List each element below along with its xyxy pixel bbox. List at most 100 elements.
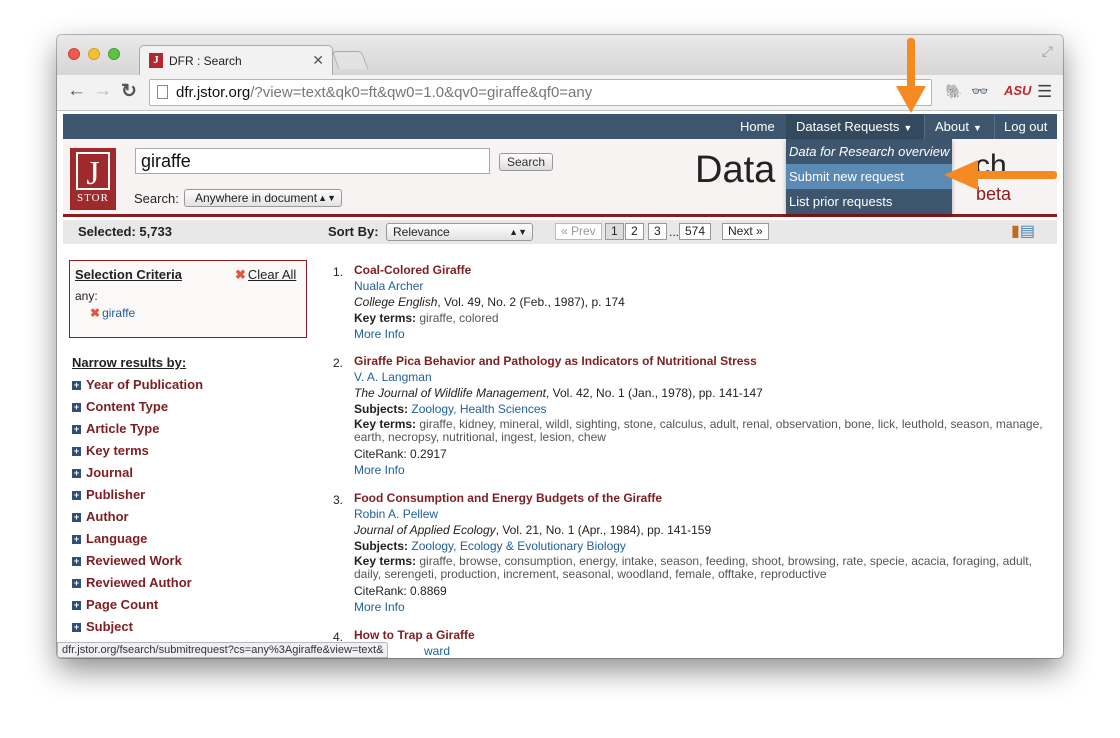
page-2-button[interactable]: 2 (625, 223, 644, 240)
criteria-term[interactable]: ✖ giraffe (90, 306, 135, 320)
search-scope-label: Search: (134, 191, 179, 206)
nav-home-link[interactable]: Home (740, 114, 775, 139)
browser-toolbar: ← → ↻ dfr.jstor.org/?view=text&qk0=ft&qw… (57, 75, 1063, 111)
expand-plus-icon: + (72, 380, 81, 390)
search-button[interactable]: Search (499, 153, 554, 171)
facet-reviewed-work[interactable]: + Reviewed Work (72, 553, 182, 568)
keyterms-value: giraffe, colored (419, 311, 499, 325)
menu-item-submit-new-request[interactable]: Submit new request (786, 164, 952, 189)
result-author-link[interactable]: ward (354, 643, 1044, 658)
facet-language[interactable]: + Language (72, 531, 147, 546)
result-citerank: CiteRank: 0.8869 (354, 584, 447, 598)
facet-journal[interactable]: + Journal (72, 465, 133, 480)
browser-window: J DFR : Search ✕ ⤢ ← → ↻ dfr.jstor.org/?… (57, 35, 1063, 658)
new-tab-button[interactable] (331, 51, 369, 69)
subjects-label: Subjects: (354, 539, 409, 553)
facet-page-count[interactable]: + Page Count (72, 597, 158, 612)
result-body: Giraffe Pica Behavior and Pathology as I… (354, 353, 1044, 478)
sort-select[interactable]: Relevance ▲▼ (386, 223, 533, 241)
fullscreen-icon[interactable]: ⤢ (1042, 43, 1053, 60)
address-bar[interactable]: dfr.jstor.org/?view=text&qk0=ft&qw0=1.0&… (149, 79, 932, 106)
reload-icon[interactable]: ↻ (121, 80, 137, 103)
nav-about[interactable]: About ▼ (924, 114, 994, 139)
zoom-window-button[interactable] (108, 48, 120, 60)
remove-x-icon[interactable]: ✖ (90, 306, 100, 320)
menu-item-list-prior-requests[interactable]: List prior requests (786, 189, 952, 214)
result-author-link[interactable]: V. A. Langman (354, 369, 1044, 385)
result-title-link[interactable]: Coal-Colored Giraffe (354, 262, 1044, 278)
search-input[interactable]: giraffe (135, 148, 490, 174)
disguise-extension-icon[interactable]: 👓 (971, 83, 988, 100)
more-info-link[interactable]: More Info (354, 599, 1044, 615)
narrow-results-title: Narrow results by: (72, 355, 187, 370)
keyterms-label: Key terms: (354, 554, 417, 568)
results-toolbar: Selected: 5,733 Sort By: Relevance ▲▼ « P… (63, 220, 1057, 244)
jstor-logo[interactable]: J STOR (70, 148, 116, 210)
facet-label: Page Count (86, 597, 159, 612)
pagination-ellipsis: ... (669, 225, 680, 239)
more-info-link[interactable]: More Info (354, 462, 1044, 478)
result-citation-detail: , Vol. 42, No. 1 (Jan., 1978), pp. 141-1… (546, 386, 763, 400)
link-status-bar: dfr.jstor.org/fsearch/submitrequest?cs=a… (57, 642, 389, 658)
subjects-links[interactable]: Zoology, Ecology & Evolutionary Biology (411, 539, 626, 553)
selection-criteria-title: Selection Criteria (75, 267, 182, 282)
page-1-button[interactable]: 1 (605, 223, 624, 240)
facet-subject[interactable]: + Subject (72, 619, 133, 634)
expand-plus-icon: + (72, 534, 81, 544)
subjects-links[interactable]: Zoology, Health Sciences (411, 402, 546, 416)
clear-all-link[interactable]: ✖ Clear All (235, 267, 296, 283)
expand-plus-icon: + (72, 424, 81, 434)
expand-plus-icon: + (72, 446, 81, 456)
selection-criteria-box: Selection Criteria ✖ Clear All any: ✖ gira… (69, 260, 307, 338)
result-title-link[interactable]: Food Consumption and Energy Budgets of t… (354, 490, 1044, 506)
logo-letter: J (76, 152, 110, 192)
evernote-extension-icon[interactable]: 🐘 (945, 83, 962, 100)
result-author-link[interactable]: Nuala Archer (354, 278, 1044, 294)
facet-label: Content Type (86, 399, 169, 414)
browser-tab[interactable]: J DFR : Search ✕ (139, 45, 333, 75)
back-arrow-icon[interactable]: ← (67, 80, 86, 102)
facet-publisher[interactable]: + Publisher (72, 487, 145, 502)
nav-dataset-requests-label: Dataset Requests (796, 119, 900, 134)
nav-dataset-requests[interactable]: Dataset Requests ▼ (786, 114, 924, 139)
tab-close-icon[interactable]: ✕ (312, 52, 324, 69)
facet-author[interactable]: + Author (72, 509, 129, 524)
top-navigation: Home Dataset Requests ▼ About ▼ Log out (63, 114, 1057, 139)
remove-x-icon: ✖ (235, 267, 246, 282)
menu-item-dfr-overview[interactable]: Data for Research overview (786, 139, 952, 164)
close-window-button[interactable] (68, 48, 80, 60)
facet-key-terms[interactable]: + Key terms (72, 443, 149, 458)
forward-arrow-icon[interactable]: → (93, 80, 112, 102)
logo-text: STOR (77, 192, 109, 204)
page-3-button[interactable]: 3 (648, 223, 667, 240)
more-info-link[interactable]: More Info (354, 326, 1044, 342)
next-page-button[interactable]: Next » (722, 223, 769, 240)
result-author-link[interactable]: Robin A. Pellew (354, 506, 1044, 522)
facet-article-type[interactable]: + Article Type (72, 421, 159, 436)
result-citation-detail: , Vol. 49, No. 2 (Feb., 1987), p. 174 (437, 295, 625, 309)
facet-year-of-publication[interactable]: + Year of Publication (72, 377, 203, 392)
facet-content-type[interactable]: + Content Type (72, 399, 168, 414)
result-title-link[interactable]: How to Trap a Giraffe (354, 627, 1044, 643)
facet-reviewed-author[interactable]: + Reviewed Author (72, 575, 192, 590)
chart-view-icon[interactable]: ▮ (1011, 223, 1020, 240)
prev-page-button[interactable]: « Prev (555, 223, 602, 240)
expand-plus-icon: + (72, 578, 81, 588)
nav-logout-link[interactable]: Log out (994, 114, 1057, 139)
browser-titlebar: J DFR : Search ✕ ⤢ (57, 35, 1063, 75)
browser-menu-icon[interactable]: ☰ (1037, 82, 1052, 102)
list-view-icon[interactable]: ▤ (1020, 223, 1035, 240)
result-title-link[interactable]: Giraffe Pica Behavior and Pathology as I… (354, 353, 1044, 369)
facet-label: Journal (86, 465, 133, 480)
search-scope-select[interactable]: Anywhere in document ▲▼ (184, 189, 342, 207)
minimize-window-button[interactable] (88, 48, 100, 60)
expand-plus-icon: + (72, 622, 81, 632)
asu-extension-icon[interactable]: ASU (1004, 83, 1031, 98)
dataset-requests-menu: Data for Research overview Submit new re… (786, 139, 952, 214)
selected-count: Selected: 5,733 (78, 224, 172, 239)
criteria-term-label: giraffe (102, 306, 136, 320)
facet-label: Key terms (86, 443, 149, 458)
last-page-button[interactable]: 574 (679, 223, 712, 240)
result-number: 2. (333, 356, 344, 370)
facet-label: Publisher (86, 487, 146, 502)
